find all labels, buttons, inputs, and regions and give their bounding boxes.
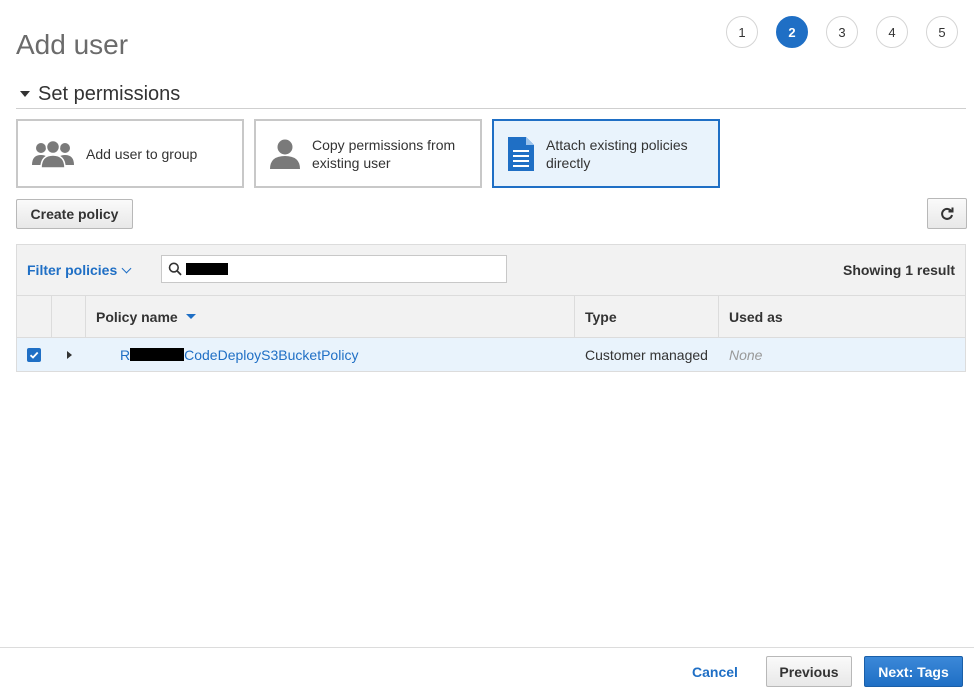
filter-bar: Filter policies Showing 1 result xyxy=(17,245,965,296)
result-count: Showing 1 result xyxy=(842,262,955,278)
sort-desc-icon xyxy=(185,314,196,319)
set-permissions-header[interactable]: Set permissions xyxy=(16,80,966,109)
filter-policies-dropdown[interactable]: Filter policies xyxy=(27,262,132,278)
option-attach-policies[interactable]: Attach existing policies directly xyxy=(492,119,720,188)
row-expand-cell xyxy=(52,338,86,371)
type-header[interactable]: Type xyxy=(575,296,719,337)
policy-name-link[interactable]: R CodeDeployS3BucketPolicy xyxy=(96,347,358,363)
option-label: Attach existing policies directly xyxy=(546,136,688,171)
redacted-search-text xyxy=(186,263,228,275)
table-row[interactable]: R CodeDeployS3BucketPolicy Customer mana… xyxy=(17,338,965,371)
group-icon xyxy=(32,139,74,169)
next-tags-button[interactable]: Next: Tags xyxy=(864,656,963,687)
option-label: Add user to group xyxy=(86,145,198,162)
cancel-button[interactable]: Cancel xyxy=(692,664,738,680)
policy-name-header-label: Policy name xyxy=(96,308,178,325)
policies-table: Filter policies Showing 1 result Policy … xyxy=(16,244,966,372)
section-title: Set permissions xyxy=(38,82,181,105)
filter-label: Filter policies xyxy=(27,262,118,278)
permission-options: Add user to group Copy permissions from … xyxy=(16,119,720,188)
user-icon xyxy=(270,139,300,169)
search-input[interactable] xyxy=(231,260,506,278)
table-header: Policy name Type Used as xyxy=(17,296,965,338)
redacted-policy-text xyxy=(130,348,185,361)
step-1[interactable]: 1 xyxy=(726,16,758,48)
step-4[interactable]: 4 xyxy=(876,16,908,48)
search-box[interactable] xyxy=(161,255,507,283)
used-as-value: None xyxy=(729,346,763,363)
wizard-footer: Cancel Previous Next: Tags xyxy=(0,647,974,690)
policy-name-prefix: R xyxy=(120,346,131,363)
type-cell: Customer managed xyxy=(575,338,719,371)
step-2[interactable]: 2 xyxy=(776,16,808,48)
expand-column xyxy=(52,296,86,337)
policy-name-suffix: CodeDeployS3BucketPolicy xyxy=(184,346,359,363)
type-header-label: Type xyxy=(585,308,617,325)
chevron-down-icon xyxy=(121,263,132,274)
used-as-header[interactable]: Used as xyxy=(719,296,965,337)
used-as-cell: None xyxy=(719,338,965,371)
wizard-steps: 1 2 3 4 5 xyxy=(726,16,958,48)
type-value: Customer managed xyxy=(585,346,708,363)
caret-down-icon xyxy=(20,91,30,97)
refresh-icon xyxy=(941,207,954,220)
row-checkbox-cell xyxy=(17,338,52,371)
search-icon xyxy=(168,262,182,276)
option-label: Copy permissions from existing user xyxy=(312,136,456,171)
document-icon xyxy=(508,136,534,171)
checkmark-icon xyxy=(29,351,39,359)
expand-caret-icon[interactable] xyxy=(67,350,72,359)
previous-button[interactable]: Previous xyxy=(766,656,852,687)
policy-name-header[interactable]: Policy name xyxy=(86,296,575,337)
policy-name-cell: R CodeDeployS3BucketPolicy xyxy=(86,338,575,371)
step-5[interactable]: 5 xyxy=(926,16,958,48)
step-3[interactable]: 3 xyxy=(826,16,858,48)
option-copy-permissions[interactable]: Copy permissions from existing user xyxy=(254,119,482,188)
create-policy-button[interactable]: Create policy xyxy=(16,199,133,229)
row-checkbox[interactable] xyxy=(27,347,41,362)
option-add-to-group[interactable]: Add user to group xyxy=(16,119,244,188)
used-as-header-label: Used as xyxy=(729,308,783,325)
select-all-column xyxy=(17,296,52,337)
page-title: Add user xyxy=(16,28,129,60)
refresh-button[interactable] xyxy=(927,198,967,229)
